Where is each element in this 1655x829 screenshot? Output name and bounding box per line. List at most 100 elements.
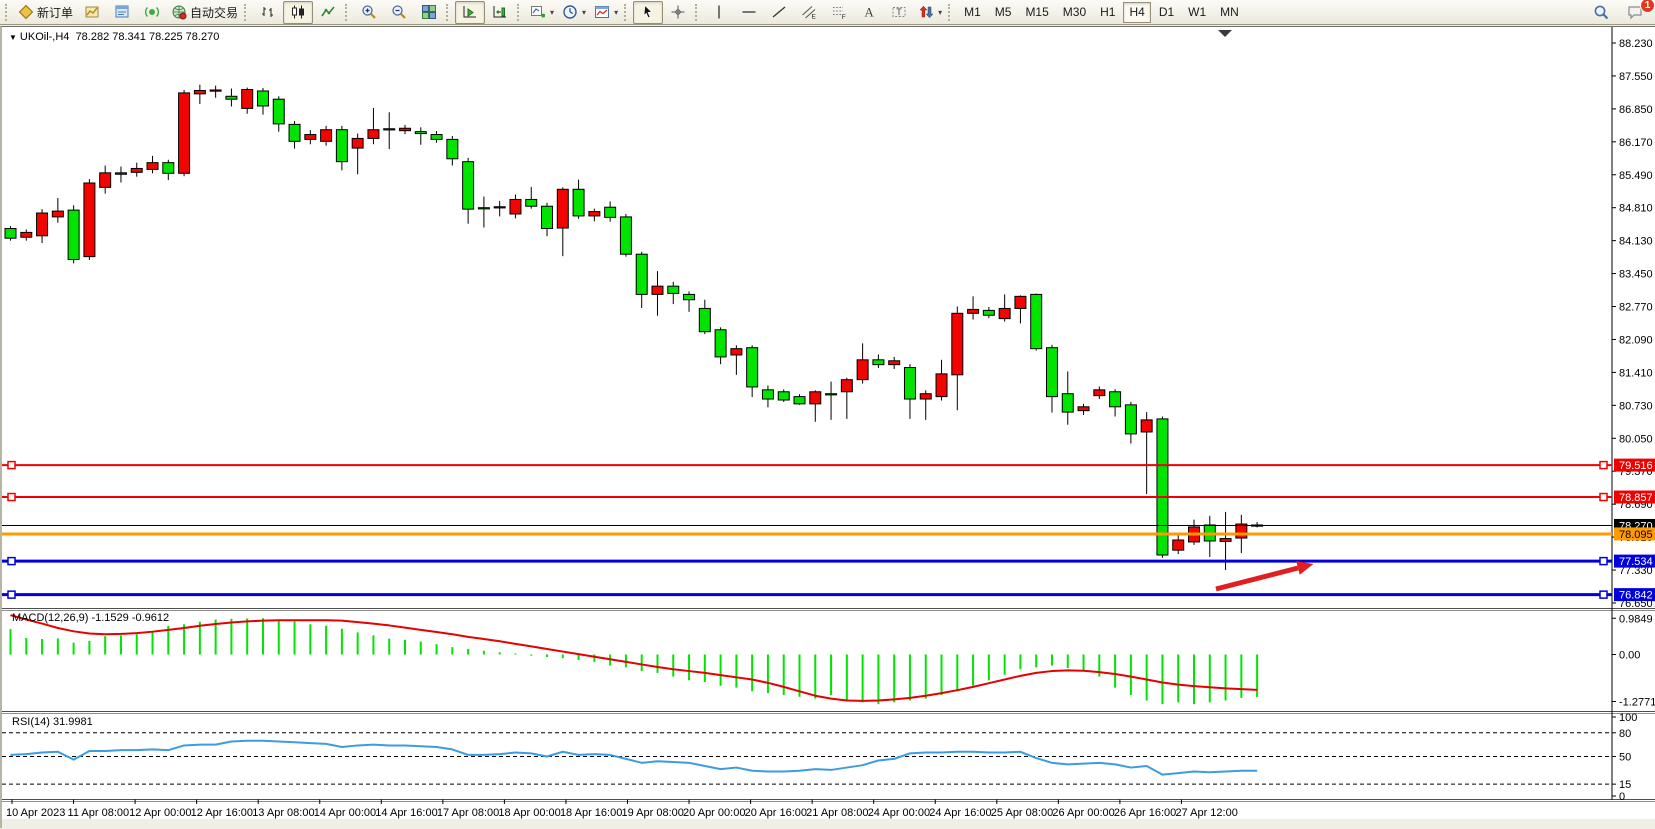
price-tick-label: 88.230	[1619, 38, 1653, 50]
toolbar: 新订单 自动交易 ▾ ▾ ▾ EFA T ▾ M1 M5 M15M30 H1 H4 D1 W1MN 1	[0, 0, 1655, 25]
trendline-icon	[771, 4, 787, 20]
time-tick-label: 14 Apr 16:00	[375, 807, 437, 819]
timeframe-d1-label: D1	[1159, 5, 1174, 19]
svg-text:T: T	[896, 7, 902, 17]
hline-icon	[741, 4, 757, 20]
timeframe-w1[interactable]: W1	[1182, 2, 1212, 23]
time-tick-label: 10 Apr 2023	[6, 807, 65, 819]
chart-area: 88.23087.55086.85086.17085.49084.81084.1…	[0, 26, 1655, 828]
svg-text:A: A	[864, 5, 874, 20]
equidistant-channel-button[interactable]: E	[794, 1, 824, 24]
indicators-button[interactable]: ▾	[526, 1, 558, 24]
timeframe-m15[interactable]: M15	[1019, 2, 1054, 23]
indicators-icon	[530, 4, 546, 20]
periods-icon	[562, 4, 578, 20]
toolbar-grip	[624, 4, 629, 21]
cursor-icon	[640, 4, 656, 20]
templates-button[interactable]: ▾	[590, 1, 622, 24]
signals-button[interactable]	[137, 1, 167, 24]
time-tick-label: 12 Apr 16:00	[191, 807, 253, 819]
level-price-label: 76.842	[1619, 590, 1653, 602]
rsi-tick-label: 50	[1619, 752, 1631, 764]
price-tick-label: 80.730	[1619, 400, 1653, 412]
candlestick-chart-button[interactable]	[283, 1, 313, 24]
new-order-button[interactable]: 新订单	[14, 1, 77, 24]
price-tick-label: 83.450	[1619, 269, 1653, 281]
timeframe-d1[interactable]: D1	[1153, 2, 1180, 23]
time-tick-label: 20 Apr 00:00	[683, 807, 745, 819]
time-tick-label: 26 Apr 16:00	[1114, 807, 1176, 819]
zoom-out-button[interactable]	[384, 1, 414, 24]
timeframe-h4[interactable]: H4	[1123, 2, 1150, 23]
vline-icon	[711, 4, 727, 20]
tile-windows-button[interactable]	[414, 1, 444, 24]
new-chart-button[interactable]	[77, 1, 107, 24]
zoom-in-button[interactable]	[354, 1, 384, 24]
toolbar-grip	[948, 4, 953, 21]
horizontal-line-button[interactable]	[734, 1, 764, 24]
toolbar-right: 1	[1586, 1, 1652, 24]
rsi-indicator-label: RSI(14) 31.9981	[12, 716, 93, 728]
search-button[interactable]	[1586, 1, 1616, 24]
level-price-label: 78.095	[1619, 529, 1653, 541]
crosshair-button[interactable]	[663, 1, 693, 24]
chart-ohlc-values: 78.282 78.341 78.225 78.270	[76, 31, 220, 43]
price-tick-label: 82.090	[1619, 334, 1653, 346]
zoom-out-icon	[391, 4, 407, 20]
dropdown-caret-icon[interactable]: ▾	[582, 8, 586, 17]
linechart-icon	[320, 4, 336, 20]
level-price-label: 78.857	[1619, 492, 1653, 504]
macd-tick-label: 0.00	[1619, 650, 1640, 662]
cursor-button[interactable]	[633, 1, 663, 24]
timeframe-m1[interactable]: M1	[958, 2, 987, 23]
arrows-icon	[918, 4, 934, 20]
fibonacci-button[interactable]: F	[824, 1, 854, 24]
time-tick-label: 19 Apr 08:00	[622, 807, 684, 819]
dropdown-caret-icon[interactable]: ▾	[614, 8, 618, 17]
price-tick-label: 80.050	[1619, 433, 1653, 445]
chat-button[interactable]: 1	[1620, 1, 1650, 24]
chart-canvas[interactable]: 88.23087.55086.85086.17085.49084.81084.1…	[2, 27, 1655, 829]
autotrade-icon	[171, 4, 187, 20]
rsi-tick-label: 0	[1619, 791, 1625, 803]
timeframe-h1[interactable]: H1	[1094, 2, 1121, 23]
profiles-icon	[114, 4, 130, 20]
chart-shift-icon	[492, 4, 508, 20]
periods-button[interactable]: ▾	[558, 1, 590, 24]
time-tick-label: 25 Apr 08:00	[991, 807, 1053, 819]
price-tick-label: 86.170	[1619, 137, 1653, 149]
toolbar-grip	[517, 4, 522, 21]
search-icon	[1593, 4, 1609, 20]
macd-tick-label: 0.9849	[1619, 613, 1653, 625]
vertical-line-button[interactable]	[704, 1, 734, 24]
timeframe-m5[interactable]: M5	[989, 2, 1018, 23]
chart-shift-button[interactable]	[485, 1, 515, 24]
autotrading-button-label: 自动交易	[190, 4, 238, 21]
arrows-button[interactable]: ▾	[914, 1, 946, 24]
svg-text:E: E	[812, 14, 817, 21]
time-tick-label: 14 Apr 00:00	[314, 807, 376, 819]
dropdown-caret-icon[interactable]: ▾	[938, 8, 942, 17]
profiles-button[interactable]	[107, 1, 137, 24]
timeframe-h1-label: H1	[1100, 5, 1115, 19]
timeframe-mn[interactable]: MN	[1214, 2, 1245, 23]
toolbar-grip	[345, 4, 350, 21]
collapse-triangle-icon[interactable]: ▼	[9, 33, 17, 42]
price-tick-label: 81.410	[1619, 367, 1653, 379]
mt4-window: 新订单 自动交易 ▾ ▾ ▾ EFA T ▾ M1 M5 M15M30 H1 H4 D1 W1MN 1 88.…	[0, 0, 1655, 828]
text-label-button[interactable]: T	[884, 1, 914, 24]
bar-chart-button[interactable]	[253, 1, 283, 24]
autotrading-button[interactable]: 自动交易	[167, 1, 242, 24]
dropdown-caret-icon[interactable]: ▾	[550, 8, 554, 17]
timeframe-m30[interactable]: M30	[1057, 2, 1092, 23]
price-tick-label: 84.130	[1619, 236, 1653, 248]
text-button[interactable]: A	[854, 1, 884, 24]
time-tick-label: 18 Apr 00:00	[498, 807, 560, 819]
auto-scroll-button[interactable]	[455, 1, 485, 24]
crosshair-icon	[670, 4, 686, 20]
trendline-button[interactable]	[764, 1, 794, 24]
timeframe-m5-label: M5	[995, 5, 1012, 19]
line-chart-button[interactable]	[313, 1, 343, 24]
notification-badge: 1	[1640, 0, 1655, 13]
toolbar-grip	[446, 4, 451, 21]
